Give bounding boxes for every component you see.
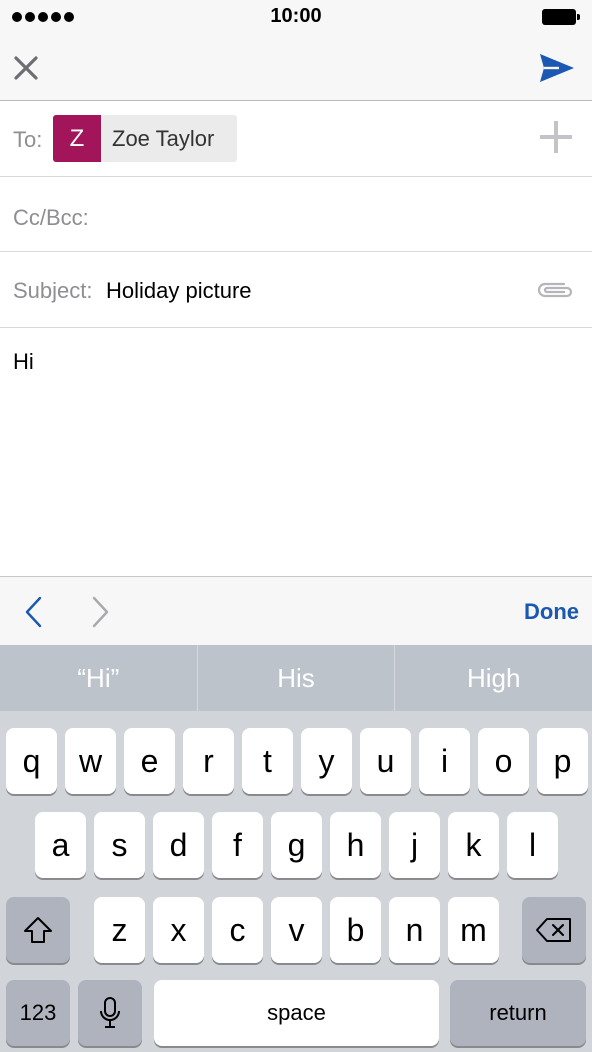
key-l[interactable]: l [507, 812, 558, 878]
cc-bcc-field[interactable]: Cc/Bcc: [0, 177, 592, 252]
chevron-left-icon [25, 596, 42, 628]
keyboard: “Hi” His High q w e r t y u i o p a s d … [0, 645, 592, 1052]
recipient-chip[interactable]: Z Zoe Taylor [53, 115, 237, 162]
backspace-icon [536, 918, 571, 942]
key-a[interactable]: a [35, 812, 86, 878]
key-y[interactable]: y [301, 728, 352, 794]
subject-input[interactable]: Holiday picture [106, 278, 252, 304]
key-r[interactable]: r [183, 728, 234, 794]
status-bar: 10:00 [0, 0, 592, 36]
add-recipient-icon[interactable] [540, 121, 572, 153]
send-icon [540, 54, 574, 82]
close-icon [14, 56, 38, 80]
previous-field-button[interactable] [20, 595, 50, 629]
predictive-bar: “Hi” His High [0, 645, 592, 711]
subject-field[interactable]: Subject: Holiday picture [0, 252, 592, 328]
key-x[interactable]: x [153, 897, 204, 963]
key-n[interactable]: n [389, 897, 440, 963]
key-z[interactable]: z [94, 897, 145, 963]
shift-icon [24, 917, 52, 943]
status-time: 10:00 [270, 5, 322, 27]
attachment-button[interactable] [534, 278, 576, 302]
next-field-button[interactable] [86, 595, 116, 629]
dictation-key[interactable] [78, 980, 142, 1046]
key-o[interactable]: o [478, 728, 529, 794]
suggestion-item[interactable]: High [395, 645, 592, 711]
recipient-avatar: Z [53, 115, 101, 162]
to-field[interactable]: To: Z Zoe Taylor [0, 101, 592, 177]
chevron-right-icon [92, 596, 109, 628]
recipient-name: Zoe Taylor [112, 125, 215, 151]
suggestion-item[interactable]: His [198, 645, 396, 711]
key-f[interactable]: f [212, 812, 263, 878]
return-key[interactable]: return [450, 980, 586, 1046]
message-body[interactable]: Hi [0, 328, 592, 576]
suggestion-item[interactable]: “Hi” [0, 645, 198, 711]
key-b[interactable]: b [330, 897, 381, 963]
close-button[interactable] [8, 50, 44, 86]
key-k[interactable]: k [448, 812, 499, 878]
cc-bcc-label: Cc/Bcc: [13, 205, 89, 230]
key-s[interactable]: s [94, 812, 145, 878]
key-i[interactable]: i [419, 728, 470, 794]
key-e[interactable]: e [124, 728, 175, 794]
space-key[interactable]: space [154, 980, 439, 1046]
to-label: To: [13, 127, 43, 152]
done-button[interactable]: Done [524, 599, 579, 625]
message-body-text[interactable]: Hi [13, 349, 34, 375]
key-t[interactable]: t [242, 728, 293, 794]
key-u[interactable]: u [360, 728, 411, 794]
delete-key[interactable] [522, 897, 586, 963]
key-j[interactable]: j [389, 812, 440, 878]
key-v[interactable]: v [271, 897, 322, 963]
numbers-key[interactable]: 123 [6, 980, 70, 1046]
key-c[interactable]: c [212, 897, 263, 963]
battery-icon [542, 9, 580, 25]
paperclip-icon [537, 282, 573, 298]
shift-key[interactable] [6, 897, 70, 963]
microphone-icon [100, 997, 120, 1028]
send-button[interactable] [536, 48, 578, 88]
subject-label: Subject: [13, 278, 93, 303]
key-h[interactable]: h [330, 812, 381, 878]
compose-nav-bar [0, 36, 592, 101]
key-p[interactable]: p [537, 728, 588, 794]
key-q[interactable]: q [6, 728, 57, 794]
key-w[interactable]: w [65, 728, 116, 794]
key-g[interactable]: g [271, 812, 322, 878]
key-m[interactable]: m [448, 897, 499, 963]
keyboard-accessory-toolbar: Done [0, 576, 592, 645]
key-d[interactable]: d [153, 812, 204, 878]
